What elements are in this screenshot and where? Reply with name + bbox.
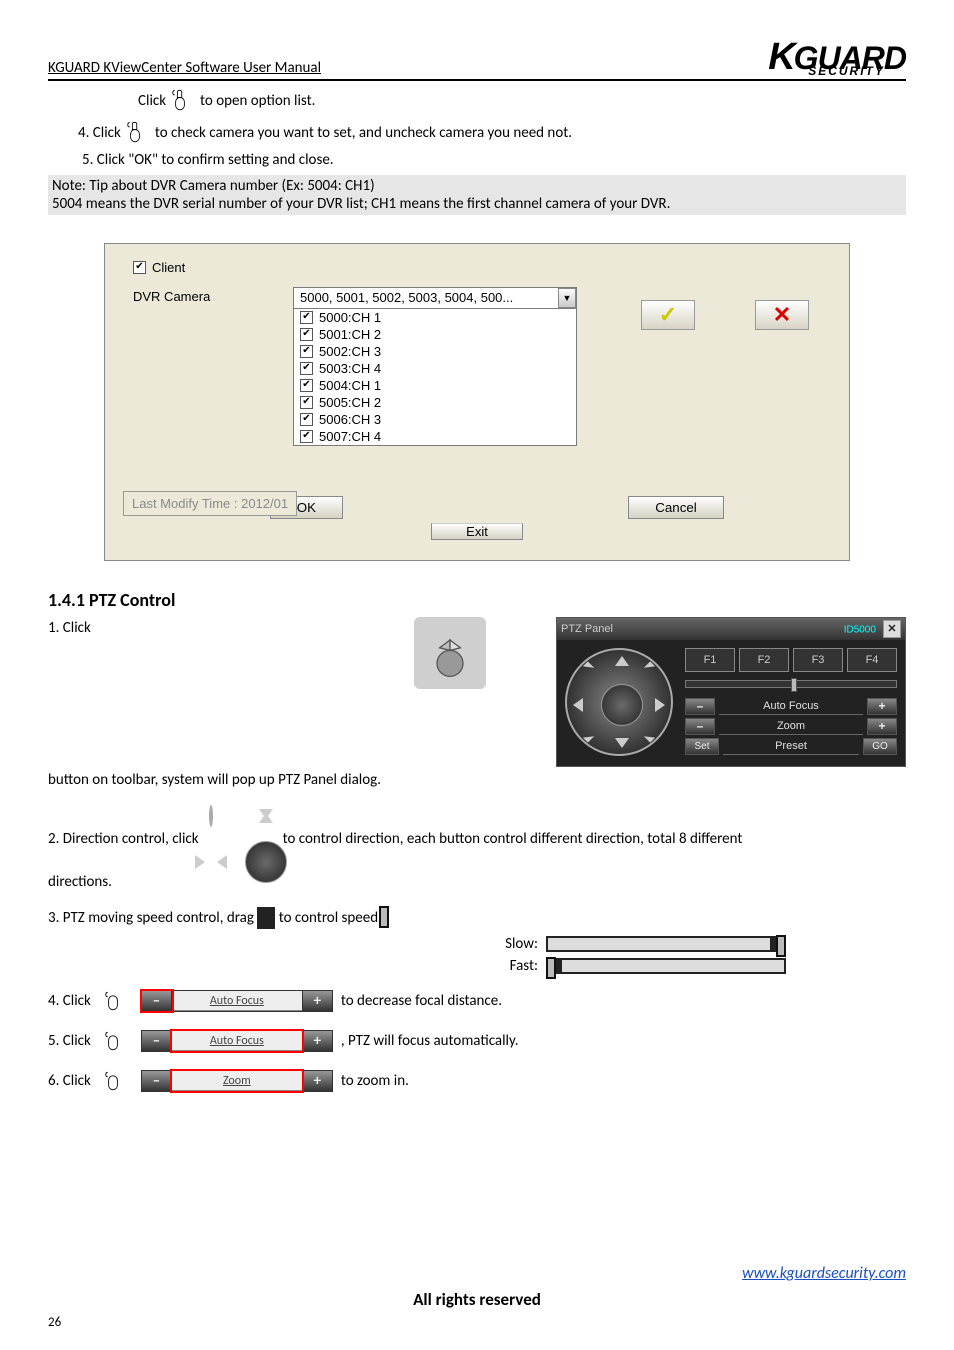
zoom-label[interactable]: Zoom	[719, 718, 863, 735]
zoom-bar[interactable]: – Zoom +	[141, 1070, 333, 1092]
list-item-checkbox[interactable]: ✔	[300, 430, 313, 443]
mouse-icon	[99, 1067, 127, 1095]
minus-icon[interactable]: –	[142, 1071, 172, 1091]
mouse-icon	[99, 1027, 127, 1055]
ptz-button-icon	[414, 617, 486, 689]
speed-slider-slow[interactable]	[546, 936, 786, 952]
speed-slider-fast[interactable]	[546, 958, 786, 974]
dvr-camera-label: DVR Camera	[133, 287, 293, 304]
ptz-direction-pad[interactable]	[565, 648, 673, 756]
footer-url[interactable]: www.kguardsecurity.com	[742, 1264, 906, 1283]
speed-slider-icon	[257, 907, 275, 929]
step-text: to control speed.	[279, 909, 382, 927]
list-item[interactable]: 5000:CH 1	[319, 310, 381, 325]
page-number: 26	[48, 1315, 61, 1330]
emap-dialog: ✔ Client ✓ ✕ DVR Camera 5000, 5001, 5002…	[104, 243, 850, 561]
section-heading-ptz: 1.4.1 PTZ Control	[48, 589, 906, 611]
list-item-checkbox[interactable]: ✔	[300, 345, 313, 358]
preset-set-button[interactable]: Set	[685, 738, 719, 755]
plus-icon[interactable]: +	[302, 1031, 332, 1051]
autofocus-minus-button[interactable]: –	[685, 698, 715, 715]
ptz-f3-button[interactable]: F3	[793, 648, 843, 672]
autofocus-label[interactable]: Auto Focus	[172, 991, 302, 1011]
ptz-panel: PTZ Panel ID5000 ✕ F1 F2 F3	[556, 617, 906, 767]
list-item[interactable]: 5007:CH 4	[319, 429, 381, 444]
ptz-f4-button[interactable]: F4	[847, 648, 897, 672]
client-checkbox[interactable]: ✔	[133, 261, 146, 274]
brand-logo: KGUARD SECURITY	[768, 40, 906, 77]
step-text: Click	[138, 92, 166, 110]
step-text: 5. Click	[48, 1032, 91, 1050]
step-text: 2. Direction control, click	[48, 830, 199, 848]
step-text: , PTZ will focus automatically.	[341, 1032, 519, 1050]
ptz-speed-slider[interactable]	[685, 680, 897, 688]
step-text: to check camera you want to set, and unc…	[155, 124, 572, 142]
slow-label: Slow:	[505, 935, 538, 953]
step-text: to open option list.	[200, 92, 315, 110]
list-item-checkbox[interactable]: ✔	[300, 413, 313, 426]
note-block: Note: Tip about DVR Camera number (Ex: 5…	[48, 175, 906, 215]
list-item[interactable]: 5001:CH 2	[319, 327, 381, 342]
mouse-icon	[166, 87, 194, 115]
cancel-button[interactable]: Cancel	[628, 496, 724, 519]
ptz-f1-button[interactable]: F1	[685, 648, 735, 672]
list-item[interactable]: 5004:CH 1	[319, 378, 381, 393]
ptz-direction-pad-icon	[209, 805, 213, 827]
step-text: to control direction, each button contro…	[283, 830, 743, 848]
step-text: 5. Click "OK" to confirm setting and clo…	[82, 151, 906, 169]
list-item-checkbox[interactable]: ✔	[300, 379, 313, 392]
mouse-icon	[99, 987, 127, 1015]
step-text: 3. PTZ moving speed control, drag	[48, 909, 254, 927]
step-text: 4. Click	[48, 992, 91, 1010]
list-item[interactable]: 5005:CH 2	[319, 395, 381, 410]
step-text: 6. Click	[48, 1072, 91, 1090]
dvr-camera-list[interactable]: ✔ 5000:CH 1 ✔ 5001:CH 2 ✔ 5002:CH 3 ✔ 5003:C…	[293, 309, 577, 446]
exit-button[interactable]: Exit	[431, 523, 523, 540]
ptz-panel-title: PTZ Panel	[561, 623, 613, 635]
autofocus-label[interactable]: Auto Focus	[719, 698, 863, 715]
autofocus-label[interactable]: Auto Focus	[172, 1031, 302, 1051]
step-text: directions.	[48, 873, 906, 891]
close-icon[interactable]: ✕	[883, 620, 901, 638]
zoom-minus-button[interactable]: –	[685, 718, 715, 735]
list-item-checkbox[interactable]: ✔	[300, 396, 313, 409]
list-item-checkbox[interactable]: ✔	[300, 328, 313, 341]
step-text: button on toolbar, system will pop up PT…	[48, 771, 381, 789]
ptz-panel-id: ID5000	[844, 624, 876, 635]
mouse-icon	[121, 119, 149, 147]
dvr-camera-combo[interactable]: 5000, 5001, 5002, 5003, 5004, 500... ▼	[293, 287, 577, 309]
list-item-checkbox[interactable]: ✔	[300, 311, 313, 324]
fast-label: Fast:	[510, 957, 538, 975]
list-item[interactable]: 5002:CH 3	[319, 344, 381, 359]
list-item-checkbox[interactable]: ✔	[300, 362, 313, 375]
minus-icon[interactable]: –	[142, 1031, 172, 1051]
footer-rights: All rights reserved	[48, 1289, 906, 1310]
preset-go-button[interactable]: GO	[863, 738, 897, 755]
zoom-label[interactable]: Zoom	[172, 1071, 302, 1091]
preset-label[interactable]: Preset	[723, 738, 859, 755]
list-item[interactable]: 5006:CH 3	[319, 412, 381, 427]
last-modify-time: Last Modify Time : 2012/01	[123, 491, 297, 516]
plus-icon[interactable]: +	[302, 991, 332, 1011]
autofocus-bar[interactable]: – Auto Focus +	[141, 1030, 333, 1052]
step-text: 4. Click	[78, 124, 121, 142]
plus-icon[interactable]: +	[302, 1071, 332, 1091]
autofocus-bar[interactable]: – Auto Focus +	[141, 990, 333, 1012]
chevron-down-icon[interactable]: ▼	[558, 288, 576, 308]
autofocus-plus-button[interactable]: +	[867, 698, 897, 715]
ptz-f2-button[interactable]: F2	[739, 648, 789, 672]
client-label: Client	[152, 260, 185, 275]
list-item[interactable]: 5003:CH 4	[319, 361, 381, 376]
step-text: to zoom in.	[341, 1072, 409, 1090]
doc-title: KGUARD KViewCenter Software User Manual	[48, 59, 321, 77]
minus-icon[interactable]: –	[142, 991, 172, 1011]
step-text: to decrease focal distance.	[341, 992, 502, 1010]
zoom-plus-button[interactable]: +	[867, 718, 897, 735]
